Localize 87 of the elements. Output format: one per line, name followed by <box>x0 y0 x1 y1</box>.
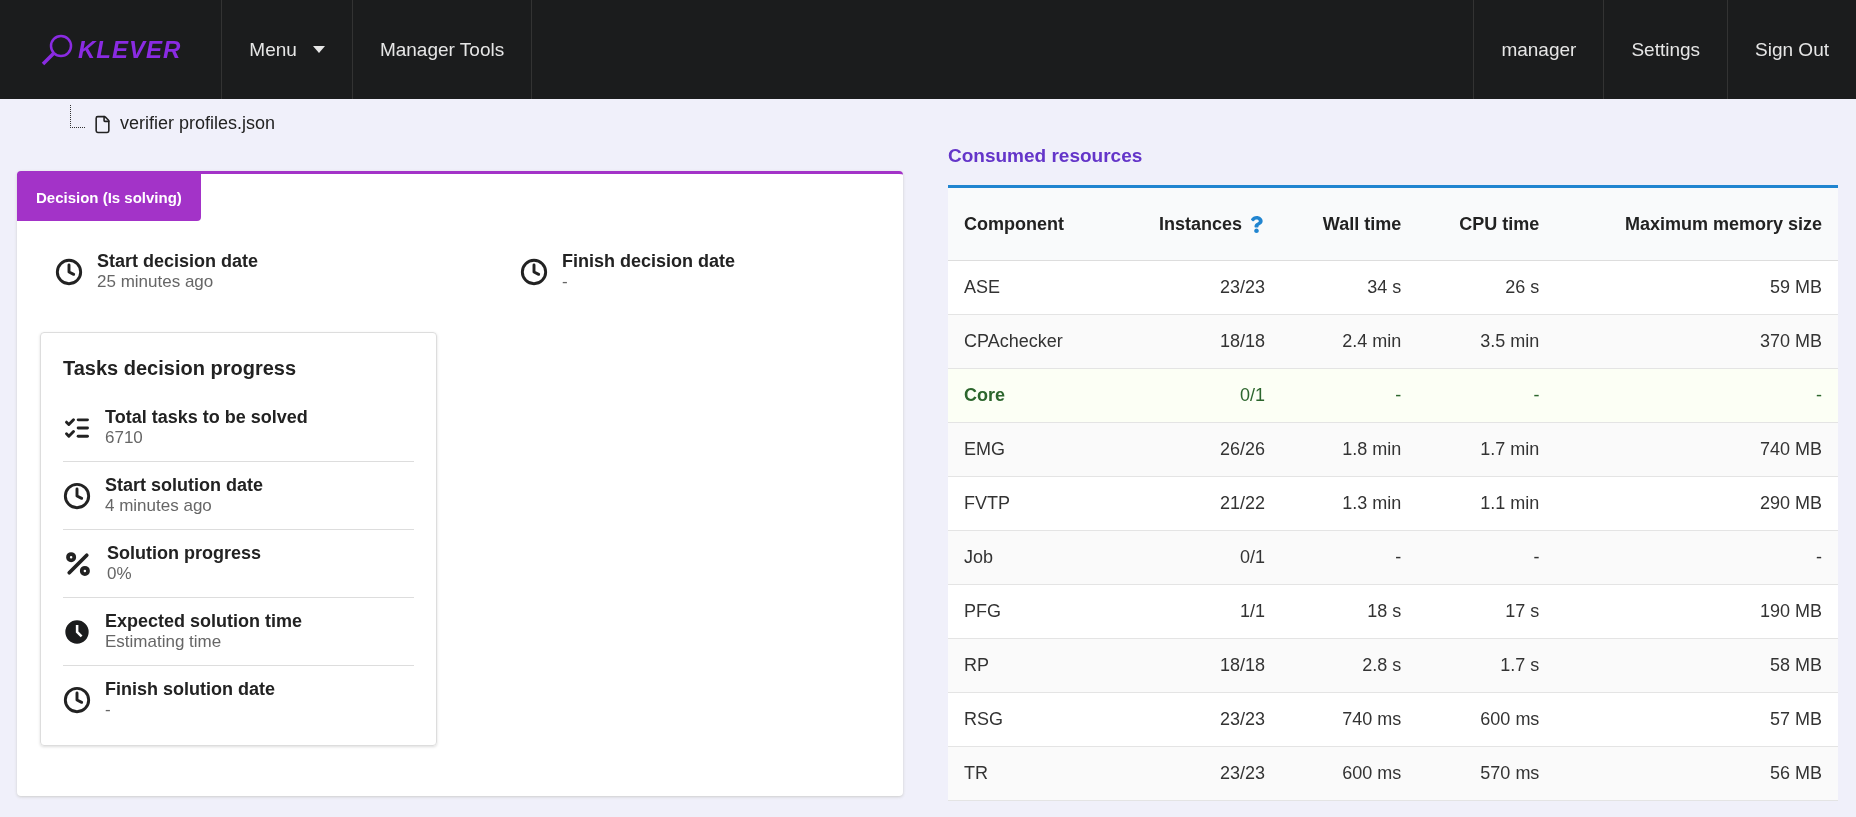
table-cell: 59 MB <box>1555 260 1838 315</box>
file-name[interactable]: verifier profiles.json <box>120 113 276 134</box>
table-cell: 57 MB <box>1555 692 1838 747</box>
table-cell: 23/23 <box>1110 260 1282 315</box>
table-cell: 34 s <box>1281 260 1418 315</box>
progress-value: Estimating time <box>105 632 223 652</box>
table-cell: PFG <box>948 584 1111 639</box>
table-cell: 740 ms <box>1281 692 1418 747</box>
status-label: Decision (Is solving) <box>17 174 201 221</box>
table-cell: 1.7 s <box>1417 638 1556 693</box>
clock-icon <box>520 257 548 286</box>
table-cell: - <box>1555 530 1838 585</box>
table-cell: TR <box>948 746 1111 801</box>
table-cell: 18/18 <box>1110 638 1282 693</box>
table-cell: - <box>1281 368 1418 423</box>
date-value: 25 minutes ago <box>97 272 215 292</box>
card-title: Tasks decision progress <box>63 357 298 380</box>
table-cell: 2.8 s <box>1281 638 1418 693</box>
table-cell: 2.4 min <box>1281 314 1418 369</box>
column-header: Component <box>948 186 1111 261</box>
table-cell: Job <box>948 530 1111 585</box>
table-cell: 26/26 <box>1110 422 1282 477</box>
table-cell: 23/23 <box>1110 746 1282 801</box>
clock-icon <box>63 685 91 714</box>
table-cell: - <box>1417 368 1556 423</box>
nav-link[interactable]: Manager Tools <box>352 0 533 99</box>
table-cell: 600 ms <box>1417 692 1556 747</box>
nav-link[interactable]: Sign Out <box>1727 0 1856 99</box>
progress-value: 4 minutes ago <box>105 496 213 516</box>
progress-value: 6710 <box>105 428 144 448</box>
table-cell: 290 MB <box>1555 476 1838 531</box>
table-cell: 58 MB <box>1555 638 1838 693</box>
nav-link[interactable]: manager <box>1473 0 1604 99</box>
column-header: CPU time <box>1417 186 1556 261</box>
date-label: Start decision date <box>97 251 259 272</box>
table-cell: 56 MB <box>1555 746 1838 801</box>
nav-link[interactable]: Settings <box>1603 0 1728 99</box>
table-cell: FVTP <box>948 476 1111 531</box>
table-cell: 1.1 min <box>1417 476 1556 531</box>
table-cell: 740 MB <box>1555 422 1838 477</box>
table-cell: 18 s <box>1281 584 1418 639</box>
table-cell: 3.5 min <box>1417 314 1556 369</box>
clock-icon <box>55 257 83 286</box>
table-cell: 600 ms <box>1281 746 1418 801</box>
table-cell: 1.8 min <box>1281 422 1418 477</box>
table-cell: 23/23 <box>1110 692 1282 747</box>
column-header: Instances <box>1110 186 1282 261</box>
table-cell: 0/1 <box>1110 368 1282 423</box>
section-title: Consumed resources <box>948 145 1144 167</box>
table-cell: - <box>1555 368 1838 423</box>
table-cell: RSG <box>948 692 1111 747</box>
file-icon <box>93 115 112 134</box>
caret-icon <box>312 45 325 54</box>
progress-value: 0% <box>107 564 133 584</box>
table-cell: 17 s <box>1417 584 1556 639</box>
table-cell: 190 MB <box>1555 584 1838 639</box>
table-cell: 18/18 <box>1110 314 1282 369</box>
menu-dropdown[interactable]: Menu <box>222 0 353 99</box>
progress-label: Finish solution date <box>105 679 275 700</box>
table-cell: RP <box>948 638 1111 693</box>
table-cell: ASE <box>948 260 1111 315</box>
help-icon[interactable] <box>1248 216 1266 234</box>
clock-icon <box>63 481 91 510</box>
table-cell: 26 s <box>1417 260 1556 315</box>
table-cell: EMG <box>948 422 1111 477</box>
date-label: Finish decision date <box>562 251 736 272</box>
progress-label: Start solution date <box>105 475 263 496</box>
table-cell: 570 ms <box>1417 746 1556 801</box>
table-cell: 1/1 <box>1110 584 1282 639</box>
progress-value: - <box>105 700 112 720</box>
progress-label: Solution progress <box>107 543 261 564</box>
date-value: - <box>562 272 569 292</box>
table-cell: 370 MB <box>1555 314 1838 369</box>
table-cell: CPAchecker <box>948 314 1111 369</box>
table-cell: 0/1 <box>1110 530 1282 585</box>
column-header: Maximum memory size <box>1555 186 1838 261</box>
progress-label: Expected solution time <box>105 611 303 632</box>
table-cell: 1.7 min <box>1417 422 1556 477</box>
table-cell: 21/22 <box>1110 476 1282 531</box>
table-cell: - <box>1417 530 1556 585</box>
table-cell: - <box>1281 530 1418 585</box>
table-cell: 1.3 min <box>1281 476 1418 531</box>
progress-label: Total tasks to be solved <box>105 407 308 428</box>
magnifier-icon <box>40 32 74 67</box>
column-header: Wall time <box>1281 186 1418 261</box>
clock-icon <box>63 617 91 646</box>
table-cell: Core <box>948 368 1111 423</box>
